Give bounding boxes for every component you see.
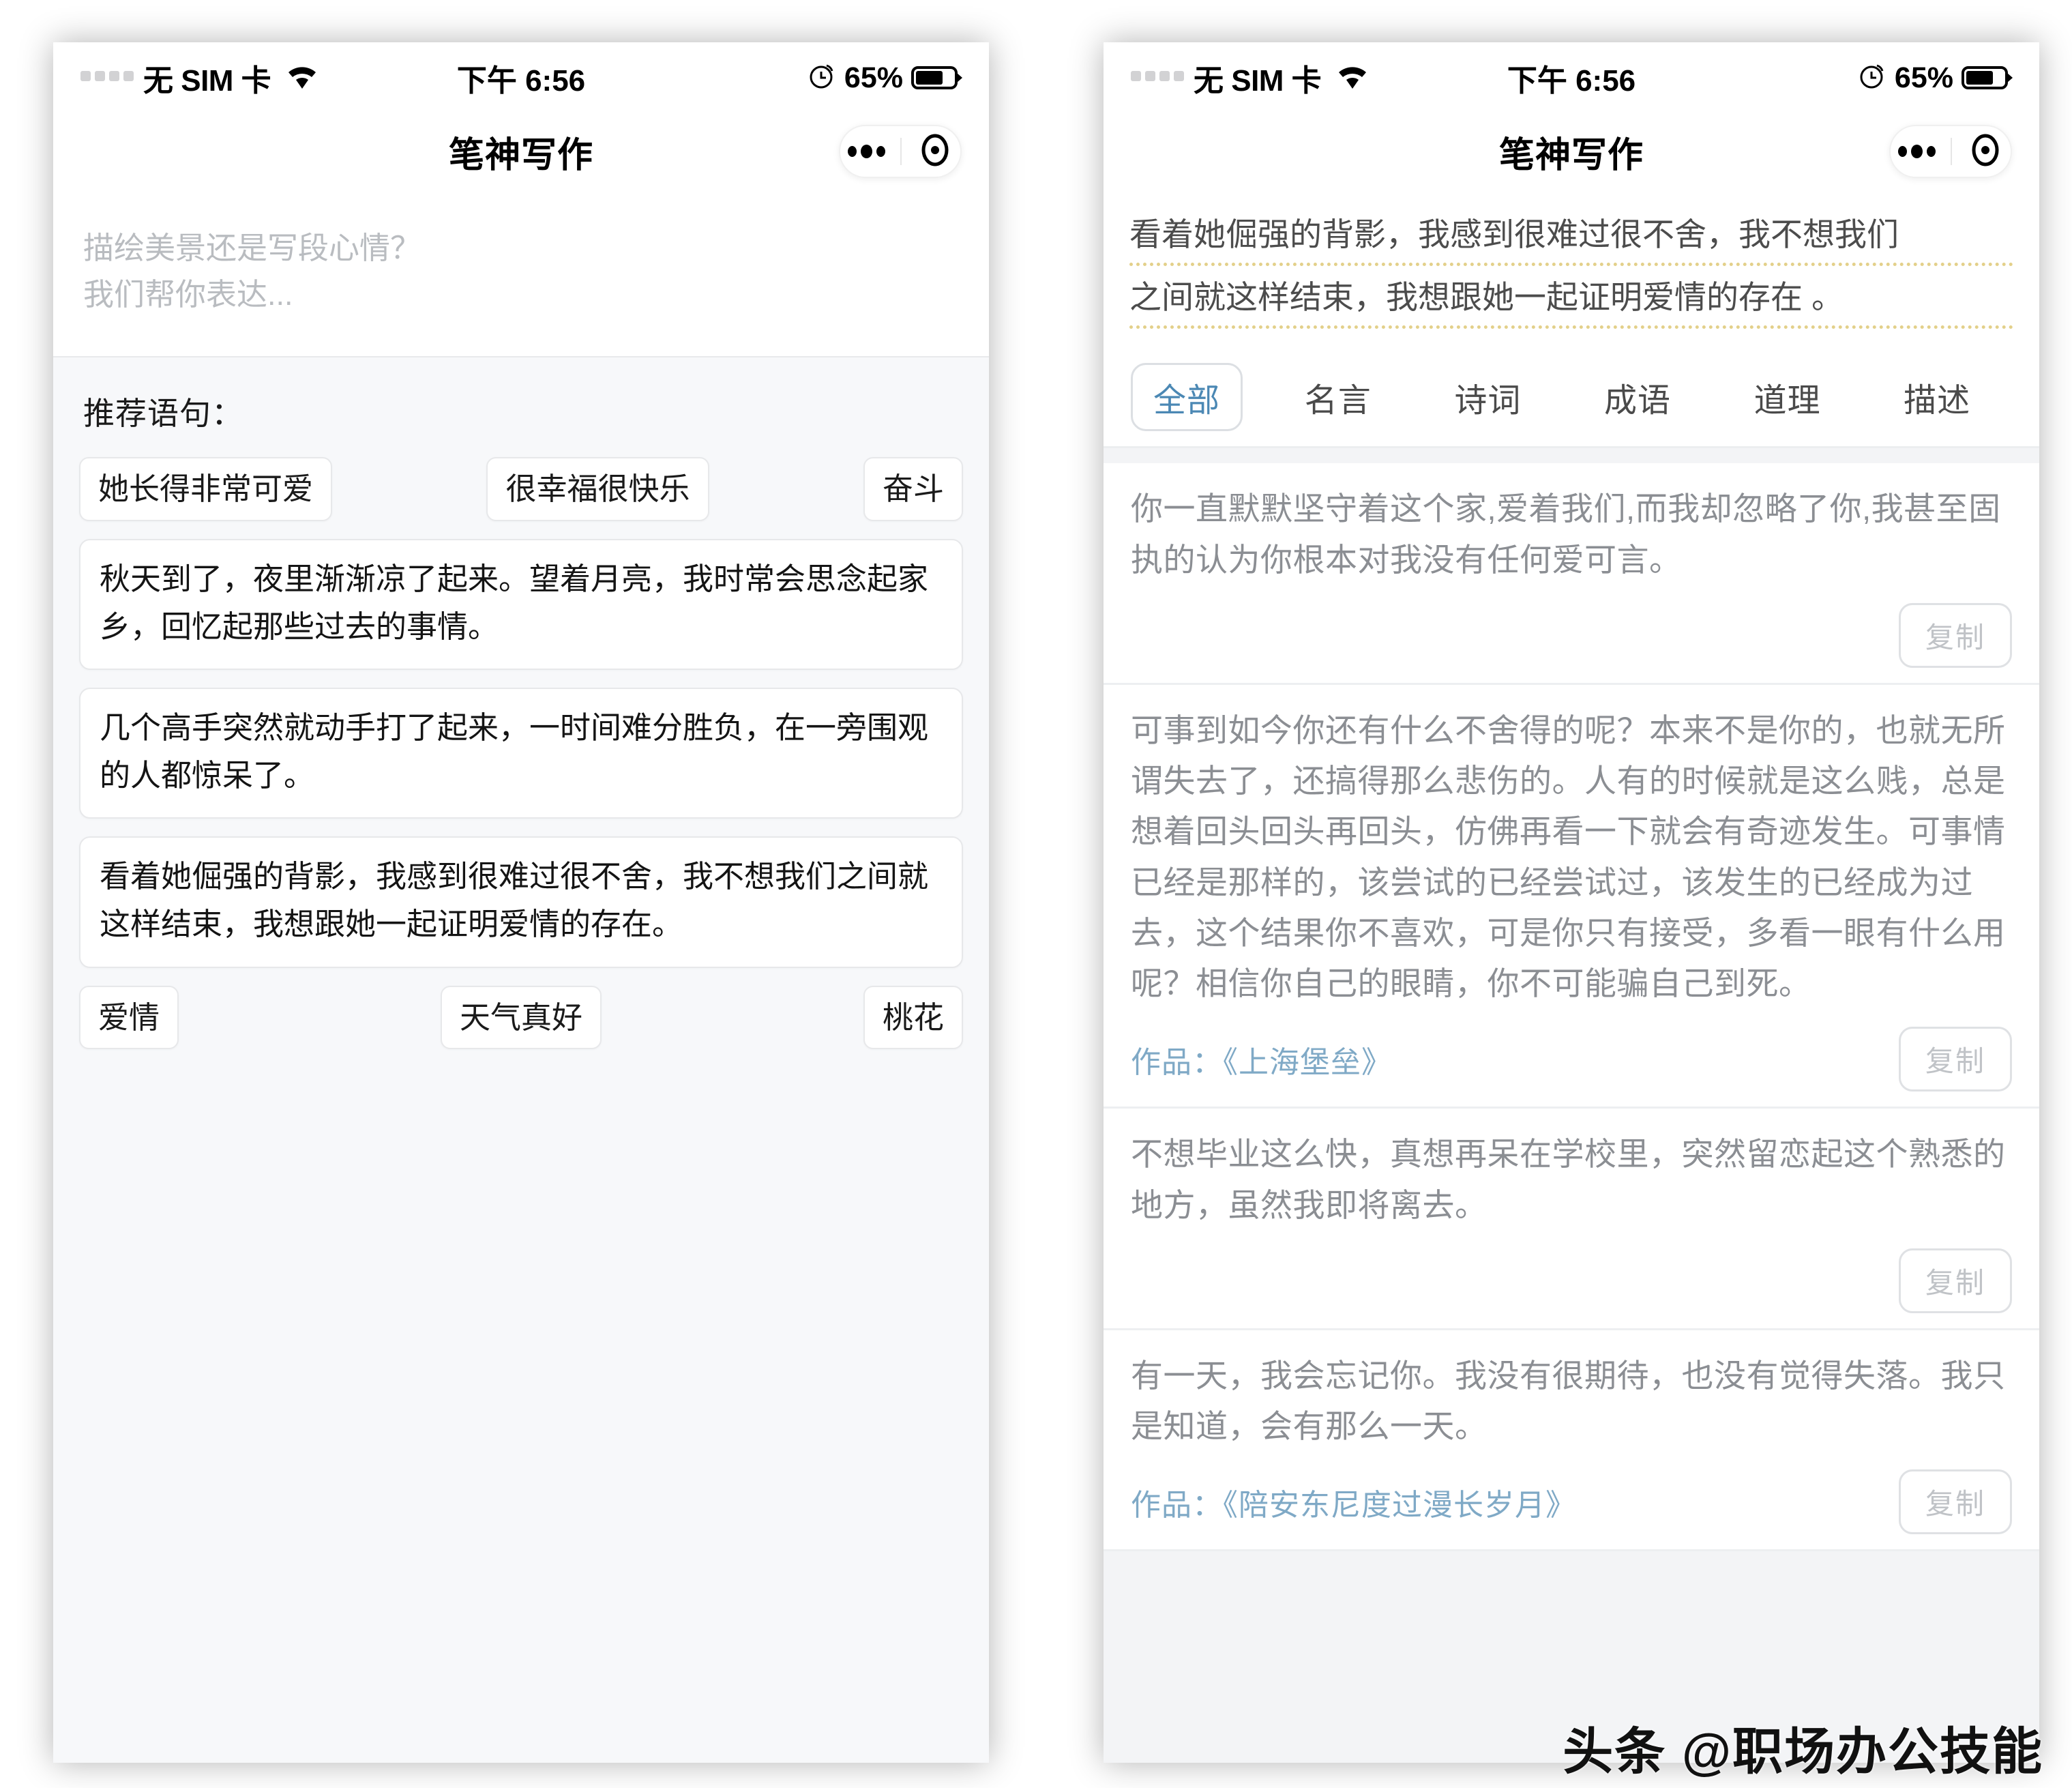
battery-percent-label: 65% <box>1894 61 1953 94</box>
more-dots-icon[interactable] <box>848 145 886 158</box>
signal-dots-icon <box>1131 70 1184 85</box>
tab-idioms[interactable]: 成语 <box>1563 365 1713 429</box>
suggestion-chip[interactable]: 天气真好 <box>440 985 602 1050</box>
status-bar-left-group: 无 SIM 卡 <box>1131 56 1370 100</box>
tab-reason[interactable]: 道理 <box>1713 365 1863 429</box>
suggestion-chip[interactable]: 桃花 <box>863 985 963 1050</box>
copy-button[interactable]: 复制 <box>1898 1248 2012 1313</box>
status-bar-right-group: 65% <box>1856 61 2008 95</box>
screenshot-stage: 无 SIM 卡 下午 6:56 65% 笔神写作 描绘美景还是写段心情？ 我们帮… <box>0 0 2072 1788</box>
suggestion-chip[interactable]: 爱情 <box>79 985 179 1050</box>
suggestion-sentence-card[interactable]: 看着她倔强的背影，我感到很难过很不舍，我不想我们之间就这样结束，我想跟她一起证明… <box>79 836 963 968</box>
tab-poetry[interactable]: 诗词 <box>1413 365 1563 429</box>
suggestion-chip[interactable]: 很幸福很快乐 <box>486 457 709 521</box>
capsule-divider <box>900 138 902 165</box>
status-bar-left-group: 无 SIM 卡 <box>80 56 320 100</box>
result-footer: 作品：《陪安东尼度过漫长岁月》 复制 <box>1131 1469 2012 1535</box>
result-item[interactable]: 有一天，我会忘记你。我没有很期待，也没有觉得失落。我只是知道，会有那么一天。 作… <box>1104 1330 2039 1552</box>
phone-right: 无 SIM 卡 下午 6:56 65% 笔神写作 看着她倔强的背影，我感到很难过… <box>1104 42 2039 1763</box>
carrier-label: 无 SIM 卡 <box>143 64 271 98</box>
result-source[interactable]: 作品：《陪安东尼度过漫长岁月》 <box>1131 1480 1576 1524</box>
result-text: 可事到如今你还有什么不舍得的呢？本来不是你的，也就无所谓失去了，还搞得那么悲伤的… <box>1131 712 2006 1002</box>
page-title: 笔神写作 <box>448 135 593 175</box>
suggestion-sentence-card[interactable]: 秋天到了，夜里渐渐凉了起来。望着月亮，我时常会思念起家乡，回忆起那些过去的事情。 <box>79 538 963 670</box>
wifi-icon <box>284 63 320 93</box>
copy-button[interactable]: 复制 <box>1898 602 2012 668</box>
query-line-2: 之间就这样结束，我想跟她一起证明爱情的存在 。 <box>1129 272 2013 329</box>
alarm-icon <box>1856 61 1886 95</box>
results-list: 你一直默默坚守着这个家,爱着我们,而我却忽略了你,我甚至固执的认为你根本对我没有… <box>1104 448 2039 1763</box>
category-tabs: 全部 名言 诗词 成语 道理 描述 <box>1104 357 2039 449</box>
carrier-label: 无 SIM 卡 <box>1194 64 1322 98</box>
status-bar-right: 无 SIM 卡 下午 6:56 65% <box>1104 42 2039 113</box>
copy-button[interactable]: 复制 <box>1898 1469 2012 1535</box>
battery-icon <box>1962 66 2008 89</box>
battery-icon <box>911 66 958 89</box>
compose-area[interactable]: 描绘美景还是写段心情？ 我们帮你表达... <box>53 190 989 356</box>
query-line-1: 看着她倔强的背影，我感到很难过很不舍，我不想我们 <box>1129 209 2013 267</box>
capsule-divider <box>1951 138 1953 165</box>
wechat-capsule-left[interactable] <box>839 125 962 178</box>
result-item[interactable]: 你一直默默坚守着这个家,爱着我们,而我却忽略了你,我甚至固执的认为你根本对我没有… <box>1104 463 2039 685</box>
result-item[interactable]: 可事到如今你还有什么不舍得的呢？本来不是你的，也就无所谓失去了，还搞得那么悲伤的… <box>1104 684 2039 1109</box>
compose-placeholder-line2: 我们帮你表达... <box>83 277 293 312</box>
suggestion-chip[interactable]: 她长得非常可爱 <box>79 457 333 521</box>
suggestion-chip-row-top: 她长得非常可爱 很幸福很快乐 奋斗 <box>79 457 963 521</box>
copy-button[interactable]: 复制 <box>1898 1027 2012 1092</box>
result-footer: 复制 <box>1131 602 2012 668</box>
suggestions-area: 推荐语句： 她长得非常可爱 很幸福很快乐 奋斗 秋天到了，夜里渐渐凉了起来。望着… <box>53 356 989 1763</box>
result-footer: 作品：《上海堡垒》 复制 <box>1131 1027 2012 1092</box>
suggestion-chip[interactable]: 奋斗 <box>863 457 963 521</box>
alarm-icon <box>806 61 836 95</box>
capsule-close-icon[interactable] <box>917 132 953 171</box>
suggestion-sentence-card[interactable]: 几个高手突然就动手打了起来，一时间难分胜负，在一旁围观的人都惊呆了。 <box>79 687 963 819</box>
result-text: 有一天，我会忘记你。我没有很期待，也没有觉得失落。我只是知道，会有那么一天。 <box>1131 1357 2006 1445</box>
more-dots-icon[interactable] <box>1898 145 1936 158</box>
tab-all[interactable]: 全部 <box>1131 363 1243 432</box>
query-input[interactable]: 看着她倔强的背影，我感到很难过很不舍，我不想我们 之间就这样结束，我想跟她一起证… <box>1104 190 2039 358</box>
signal-dots-icon <box>80 70 134 85</box>
page-title: 笔神写作 <box>1498 135 1644 175</box>
navbar-right: 笔神写作 <box>1104 113 2039 190</box>
tab-quotes[interactable]: 名言 <box>1263 365 1413 429</box>
tab-description[interactable]: 描述 <box>1862 365 2012 429</box>
result-item[interactable]: 不想毕业这么快，真想再呆在学校里，突然留恋起这个熟悉的地方，虽然我即将离去。 复… <box>1104 1109 2039 1330</box>
wechat-capsule-right[interactable] <box>1889 125 2012 178</box>
result-source[interactable]: 作品：《上海堡垒》 <box>1131 1038 1392 1081</box>
suggestion-chip-row-bottom: 爱情 天气真好 桃花 <box>79 985 963 1050</box>
result-footer: 复制 <box>1131 1248 2012 1313</box>
compose-placeholder-line1: 描绘美景还是写段心情？ <box>83 231 421 265</box>
phone-left: 无 SIM 卡 下午 6:56 65% 笔神写作 描绘美景还是写段心情？ 我们帮… <box>53 42 989 1763</box>
query-text: 看着她倔强的背影，我感到很难过很不舍，我不想我们 之间就这样结束，我想跟她一起证… <box>1129 209 2013 329</box>
suggestions-title: 推荐语句： <box>83 396 243 431</box>
capsule-close-icon[interactable] <box>1968 132 2003 171</box>
result-text: 你一直默默坚守着这个家,爱着我们,而我却忽略了你,我甚至固执的认为你根本对我没有… <box>1131 490 2001 578</box>
status-bar-left: 无 SIM 卡 下午 6:56 65% <box>53 42 989 113</box>
battery-percent-label: 65% <box>844 61 903 94</box>
wifi-icon <box>1335 63 1370 93</box>
status-bar-right-group: 65% <box>806 61 958 95</box>
watermark: 头条 @职场办公技能 <box>1563 1723 2043 1780</box>
result-text: 不想毕业这么快，真想再呆在学校里，突然留恋起这个熟悉的地方，虽然我即将离去。 <box>1131 1136 2006 1223</box>
navbar-left: 笔神写作 <box>53 113 989 190</box>
compose-placeholder: 描绘美景还是写段心情？ 我们帮你表达... <box>83 225 959 319</box>
